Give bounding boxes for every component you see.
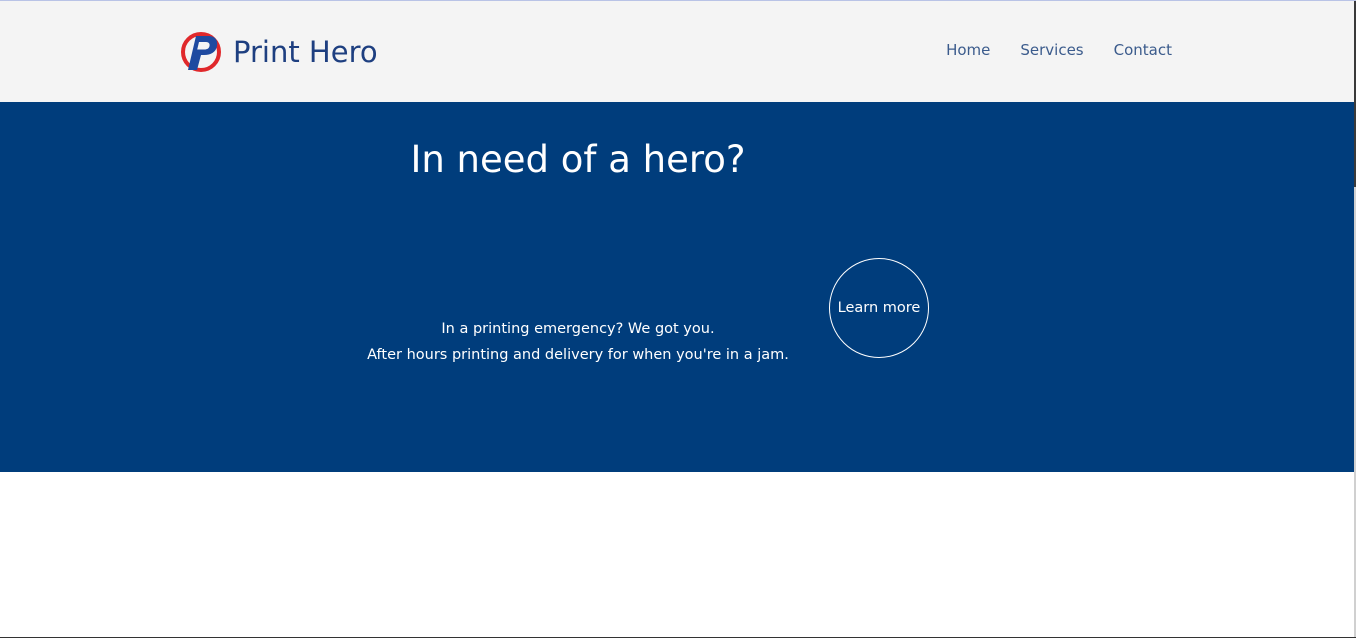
print-hero-p-logo-icon bbox=[181, 32, 221, 72]
site-header: Print Hero Home Services Contact bbox=[0, 1, 1354, 102]
brand[interactable]: Print Hero bbox=[180, 30, 378, 74]
main-nav: Home Services Contact bbox=[946, 41, 1172, 59]
nav-contact-link[interactable]: Contact bbox=[1114, 41, 1172, 59]
hero-line-2: After hours printing and delivery for wh… bbox=[367, 347, 789, 363]
hero-description: In a printing emergency? We got you. Aft… bbox=[0, 316, 1156, 368]
nav-services-link[interactable]: Services bbox=[1020, 41, 1083, 59]
nav-home-link[interactable]: Home bbox=[946, 41, 990, 59]
hero-section: In need of a hero? In a printing emergen… bbox=[0, 102, 1354, 472]
brand-name: Print Hero bbox=[233, 35, 378, 69]
hero-title: In need of a hero? bbox=[410, 138, 746, 181]
learn-more-button[interactable]: Learn more bbox=[829, 258, 929, 358]
page: Print Hero Home Services Contact In need… bbox=[0, 0, 1356, 638]
hero-line-1: In a printing emergency? We got you. bbox=[441, 321, 715, 337]
